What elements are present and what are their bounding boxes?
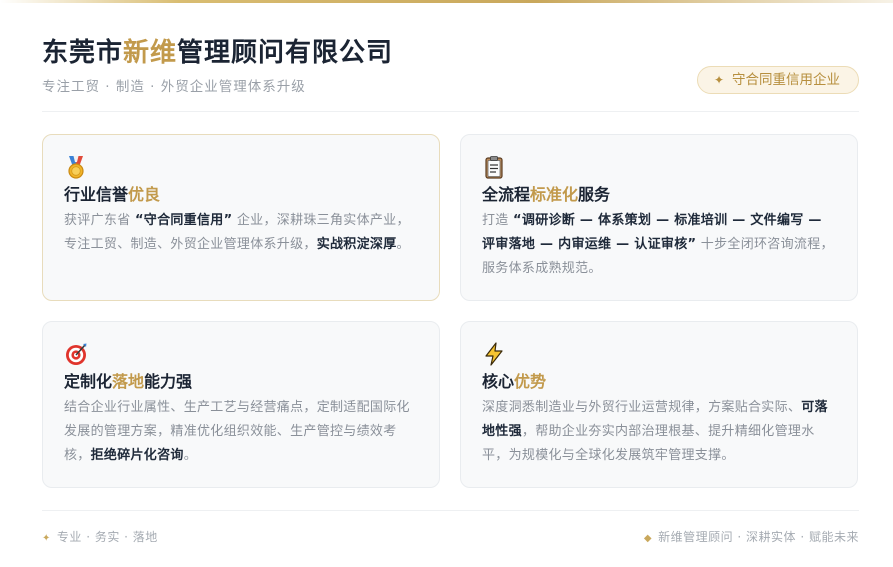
- body-text: 深度洞悉制造业与外贸行业运营规律，方案贴合实际、: [482, 400, 802, 415]
- card-title-suffix: 能力强: [144, 372, 193, 391]
- feature-card-standardization: 全流程标准化服务 打造 “调研诊断 — 体系策划 — 标准培训 — 文件编写 —…: [460, 134, 858, 301]
- card-title: 行业信誉优良: [64, 185, 419, 205]
- body-emphasis: 拒绝碎片化咨询: [90, 448, 184, 463]
- medal-icon: [68, 156, 84, 179]
- feature-card-reputation: 行业信誉优良 获评广东省 “守合同重信用” 企业，深耕珠三角实体产业，专注工贸、…: [42, 134, 440, 301]
- page-header: 东莞市新维管理顾问有限公司 专注工贸 · 制造 · 外贸企业管理体系升级 ✦ 守合…: [42, 36, 859, 95]
- body-text: 获评广东省: [64, 213, 135, 228]
- card-title-prefix: 行业信誉: [64, 185, 129, 204]
- sparkle-icon: ✦: [713, 73, 724, 87]
- body-emphasis: 实战积淀深厚: [316, 237, 397, 252]
- body-text: 。: [396, 237, 410, 252]
- card-title-prefix: 全流程: [482, 185, 531, 204]
- body-text: ，帮助企业夯实内部治理根基、提升精细化管理水平，为规模化与全球化发展筑牢管理支撑…: [482, 424, 815, 463]
- card-body: 结合企业行业属性、生产工艺与经营痛点，定制适配国际化发展的管理方案，精准优化组织…: [64, 396, 419, 468]
- body-text: 打造: [482, 213, 514, 228]
- card-title-suffix: 服务: [578, 185, 611, 204]
- card-title-prefix: 定制化: [64, 372, 113, 391]
- title-highlight: 新维: [123, 38, 178, 68]
- badge-label: 守合同重信用企业: [732, 72, 840, 88]
- body-text: 。: [183, 448, 198, 463]
- card-body: 获评广东省 “守合同重信用” 企业，深耕珠三角实体产业，专注工贸、制造、外贸企业…: [64, 209, 419, 257]
- card-title: 全流程标准化服务: [482, 185, 837, 205]
- title-part2: 管理顾问有限公司: [177, 38, 394, 68]
- footer-tagline: ◆ 新维管理顾问 · 深耕实体 · 赋能未来: [644, 528, 859, 545]
- footer-slogan: ✦ 专业 · 务实 · 落地: [42, 528, 158, 545]
- body-emphasis: “守合同重信用”: [134, 213, 233, 228]
- footer-slogan-text: 专业 · 务实 · 落地: [56, 530, 158, 544]
- footer-divider: [42, 510, 859, 511]
- feature-card-customization: 定制化落地能力强 结合企业行业属性、生产工艺与经营痛点，定制适配国际化发展的管理…: [42, 321, 440, 488]
- card-title-highlight: 标准化: [530, 185, 579, 204]
- title-part1: 东莞市: [42, 38, 124, 68]
- header-divider: [42, 111, 859, 112]
- footer-tagline-text: 新维管理顾问 · 深耕实体 · 赋能未来: [658, 530, 859, 544]
- card-title-highlight: 优势: [514, 372, 547, 391]
- page-title: 东莞市新维管理顾问有限公司: [42, 36, 859, 70]
- card-title: 定制化落地能力强: [64, 372, 419, 392]
- card-body: 打造 “调研诊断 — 体系策划 — 标准培训 — 文件编写 — 评审落地 — 内…: [482, 209, 837, 281]
- clipboard-icon: [485, 156, 503, 179]
- credit-badge: ✦ 守合同重信用企业: [696, 66, 859, 94]
- card-title-highlight: 优良: [128, 185, 161, 204]
- feature-card-core-advantage: 核心优势 深度洞悉制造业与外贸行业运营规律，方案贴合实际、可落地性强，帮助企业夯…: [460, 321, 858, 488]
- card-title: 核心优势: [482, 372, 837, 392]
- top-accent-line: [0, 0, 893, 3]
- sparkle-icon: ✦: [42, 533, 51, 544]
- diamond-icon: ◆: [643, 533, 653, 544]
- card-title-prefix: 核心: [482, 372, 515, 391]
- card-title-highlight: 落地: [112, 372, 145, 391]
- lightning-icon: [485, 342, 503, 366]
- target-icon: [66, 343, 87, 365]
- card-body: 深度洞悉制造业与外贸行业运营规律，方案贴合实际、可落地性强，帮助企业夯实内部治理…: [482, 396, 837, 468]
